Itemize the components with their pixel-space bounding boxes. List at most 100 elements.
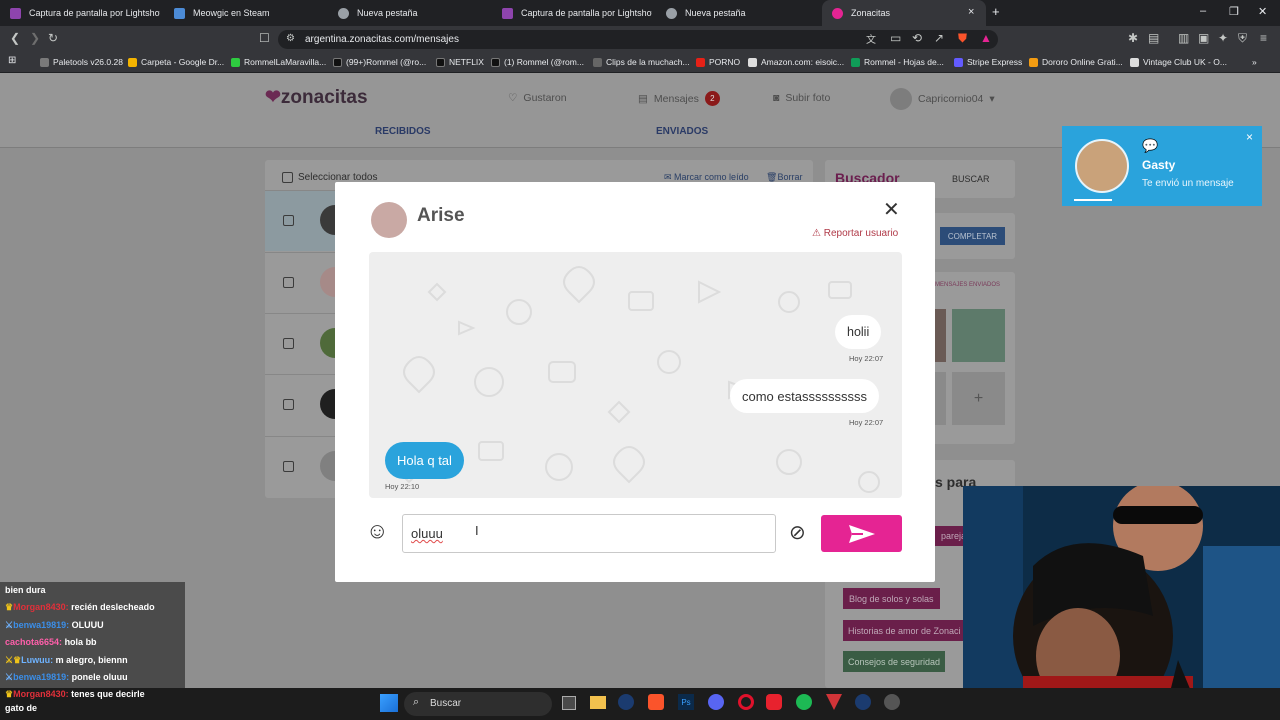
bookmark-item[interactable]: Carpeta - Google Dr... [128, 57, 224, 67]
media-icon[interactable]: ▤ [1148, 31, 1159, 45]
bookmark-item[interactable]: (99+)Rommel (@ro... [333, 57, 426, 67]
bookmark-item[interactable]: NETFLIX [436, 57, 484, 67]
tab-lightshot-1[interactable]: Captura de pantalla por Lightshot [0, 0, 160, 26]
brave-shield-icon[interactable]: ⛊ [958, 31, 967, 46]
tab-enviados[interactable]: ENVIADOS [656, 126, 708, 137]
window-close-icon[interactable]: ✕ [1258, 5, 1267, 18]
forward-icon[interactable]: ❯ [30, 31, 40, 45]
chat-user-name[interactable]: Arise [417, 205, 465, 227]
tab-lightshot-2[interactable]: Captura de pantalla por Lightshot [492, 0, 652, 26]
tab-new-2[interactable]: Nueva pestaña [656, 0, 816, 26]
report-user-link[interactable]: ⚠ Reportar usuario [812, 228, 898, 239]
photo-thumb[interactable] [935, 309, 946, 362]
attachment-icon[interactable]: ⊘ [789, 520, 806, 545]
new-tab-button[interactable]: + [992, 4, 1000, 19]
completar-button[interactable]: COMPLETAR [940, 227, 1005, 245]
url-text: argentina.zonacitas.com/mensajes [305, 34, 459, 45]
user-menu[interactable]: Capricornio04 ▾ [890, 88, 995, 110]
message-input[interactable]: oluuu I [402, 514, 776, 553]
windows-start-icon[interactable] [380, 694, 398, 712]
nav-mensajes[interactable]: ▤ Mensajes 2 [638, 91, 720, 106]
minimize-icon[interactable]: – [1200, 5, 1206, 17]
sidebar-icon[interactable]: ▥ [1178, 31, 1189, 45]
obs-icon[interactable] [884, 694, 900, 710]
bookmark-item[interactable]: Paletools v26.0.28 [40, 57, 123, 67]
tab-recibidos[interactable]: RECIBIDOS [375, 126, 431, 137]
steam-icon[interactable] [618, 694, 634, 710]
row-checkbox[interactable] [283, 399, 294, 410]
avatar[interactable] [371, 202, 407, 238]
translate-icon[interactable]: 文 [866, 31, 876, 46]
close-tab-icon[interactable]: × [968, 6, 974, 18]
spotify-icon[interactable] [796, 694, 812, 710]
back-icon[interactable]: ❮ [10, 31, 20, 45]
site-info-icon[interactable]: ⚙ [286, 33, 295, 44]
chevron-down-icon: ▾ [989, 93, 995, 105]
message-notification[interactable]: 💬 Gasty Te envió un mensaje × [1062, 126, 1262, 206]
chat-line: ♛Morgan8430: recién deslecheado [5, 602, 155, 612]
sword-icon: ⚔ [5, 620, 14, 630]
menu-icon[interactable]: ≡ [1260, 31, 1267, 45]
leo-icon[interactable]: ✦ [1218, 31, 1228, 45]
buscar-dropdown[interactable]: BUSCAR [952, 174, 990, 184]
screenshot-icon[interactable]: ▭ [890, 31, 901, 45]
bookmark-item[interactable]: Stripe Express [954, 57, 1022, 67]
row-checkbox[interactable] [283, 338, 294, 349]
add-photo-button[interactable]: + [952, 372, 1005, 425]
discord-icon[interactable] [708, 694, 724, 710]
link-blog[interactable]: Blog de solos y solas [843, 588, 940, 609]
bookmark-item[interactable]: Amazon.com: eisoic... [748, 57, 844, 67]
close-modal-button[interactable]: ✕ [883, 197, 900, 222]
opera-icon[interactable] [738, 694, 754, 710]
photoshop-icon[interactable]: Ps [678, 694, 694, 710]
site-logo[interactable]: ❤zonacitas [265, 86, 368, 109]
tab-zonacitas[interactable]: Zonacitas [822, 0, 986, 26]
link-seguridad[interactable]: Consejos de seguridad [843, 651, 946, 672]
wallet-icon[interactable]: ▣ [1198, 31, 1209, 45]
task-view-icon[interactable] [562, 696, 576, 710]
select-all-checkbox[interactable] [282, 172, 293, 183]
brave-icon[interactable] [648, 694, 664, 710]
extensions-icon[interactable]: ✱ [1128, 31, 1138, 45]
taskbar-search-label: Buscar [430, 698, 462, 709]
steam-icon[interactable] [855, 694, 871, 710]
app-icon[interactable] [766, 694, 782, 710]
message-time: Hoy 22:10 [385, 482, 420, 491]
reload-icon[interactable]: ↻ [48, 31, 58, 45]
tab-steam[interactable]: Meowgic en Steam [164, 0, 324, 26]
row-checkbox[interactable] [283, 277, 294, 288]
close-icon[interactable]: × [1246, 130, 1253, 144]
photo-slot[interactable] [935, 372, 946, 425]
apps-icon[interactable]: ⊞ [8, 55, 16, 66]
vpn-icon[interactable]: ⛨ [1238, 31, 1247, 46]
file-explorer-icon[interactable] [590, 696, 606, 709]
photo-thumb[interactable] [952, 309, 1005, 362]
maximize-icon[interactable]: ❐ [1229, 5, 1239, 18]
bookmark-icon[interactable]: ☐ [259, 31, 270, 45]
message-input-value: oluuu [411, 526, 443, 541]
link-historias[interactable]: Historias de amor de Zonaci [843, 620, 963, 641]
bookmark-item[interactable]: (1) Rommel (@rom... [491, 57, 584, 67]
chat-line: bien dura [5, 585, 46, 595]
chrome-icon [338, 7, 349, 19]
bookmark-item[interactable]: Clips de la muchach... [593, 57, 690, 67]
nav-gustaron[interactable]: ♡ Gustaron [508, 92, 567, 104]
tab-new-1[interactable]: Nueva pestaña [328, 0, 488, 26]
bookmark-item[interactable]: Dororo Online Grati... [1029, 57, 1123, 67]
share-icon[interactable]: ↗ [934, 31, 944, 45]
row-checkbox[interactable] [283, 461, 294, 472]
bookmark-item[interactable]: RommelLaMaravilla... [231, 57, 326, 67]
emoji-icon[interactable]: ☺ [366, 520, 388, 542]
taskbar-search[interactable]: ⌕ Buscar [404, 692, 552, 716]
bookmark-item[interactable]: Vintage Club UK - O... [1130, 57, 1227, 67]
history-icon[interactable]: ⟲ [912, 31, 922, 45]
rewards-icon[interactable]: ▲ [980, 31, 992, 45]
bookmark-item[interactable]: PORNO [696, 57, 740, 67]
bookmark-item[interactable]: Rommel - Hojas de... [851, 57, 944, 67]
row-checkbox[interactable] [283, 215, 294, 226]
webcam-overlay [963, 486, 1280, 720]
more-bookmarks-icon[interactable]: » [1252, 57, 1257, 67]
message-time: Hoy 22:07 [849, 418, 884, 427]
nav-subir-foto[interactable]: ◙ Subir foto [773, 92, 830, 104]
send-button[interactable] [821, 515, 902, 552]
